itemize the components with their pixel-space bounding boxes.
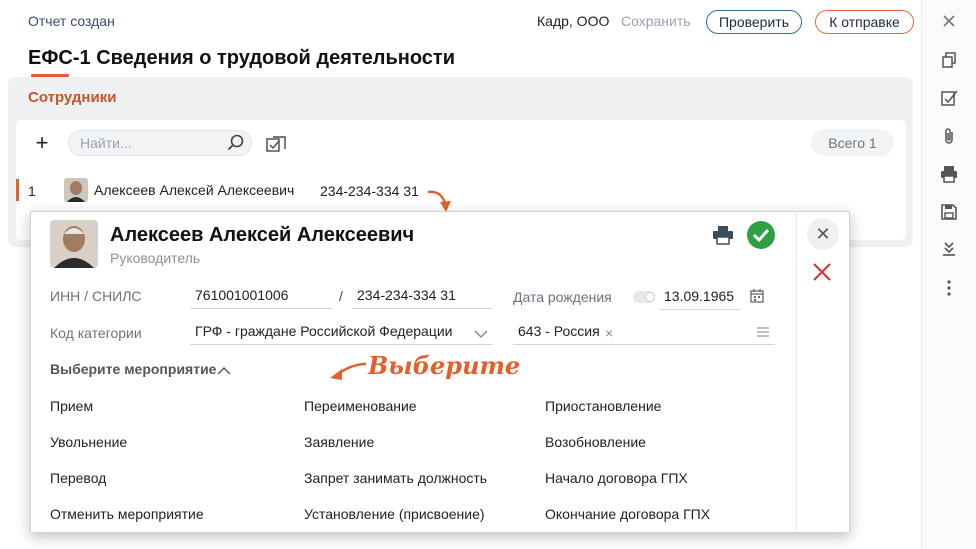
- event-transfer[interactable]: Перевод: [50, 470, 106, 486]
- delete-icon[interactable]: [811, 261, 833, 283]
- event-application[interactable]: Заявление: [304, 434, 374, 450]
- card-employee-role: Руководитель: [110, 250, 201, 266]
- employee-name[interactable]: Алексеев Алексей Алексеевич: [94, 182, 294, 198]
- event-resume[interactable]: Возобновление: [545, 434, 646, 450]
- annotation-arrow-icon: [326, 358, 368, 384]
- event-gph-start[interactable]: Начало договора ГПХ: [545, 470, 688, 486]
- row-selected-marker: [16, 179, 19, 201]
- event-hire[interactable]: Прием: [50, 398, 93, 414]
- event-gph-end[interactable]: Окончание договора ГПХ: [545, 506, 710, 522]
- menu-icon[interactable]: [756, 325, 770, 337]
- chevron-down-icon[interactable]: [474, 326, 488, 338]
- check-button[interactable]: Проверить: [706, 10, 802, 34]
- category-select[interactable]: ГРФ - граждане Российской Федерации: [190, 319, 493, 345]
- more-icon[interactable]: [938, 277, 960, 299]
- copy-icon[interactable]: [938, 49, 960, 71]
- card-employee-name: Алексеев Алексей Алексеевич: [110, 224, 415, 246]
- inn-snils-label: ИНН / СНИЛС: [50, 288, 142, 304]
- chevron-up-icon[interactable]: [217, 363, 231, 375]
- add-employee-button[interactable]: +: [30, 130, 54, 155]
- report-status: Отчет создан: [28, 13, 115, 29]
- row-number: 1: [28, 183, 36, 199]
- page-title: ЕФС-1 Сведения о трудовой деятельности: [28, 47, 456, 69]
- search-icon[interactable]: [227, 134, 245, 152]
- total-count-badge: Всего 1: [811, 129, 894, 156]
- employees-section-title: Сотрудники: [28, 89, 117, 106]
- checklist-icon[interactable]: [938, 87, 960, 109]
- select-all-icon[interactable]: [265, 133, 287, 155]
- card-avatar: [50, 220, 98, 268]
- snils-field[interactable]: 234-234-334 31: [352, 283, 493, 309]
- field-separator: /: [339, 288, 343, 304]
- event-position-ban[interactable]: Запрет занимать должность: [304, 470, 487, 486]
- choose-event-toggle[interactable]: Выберите мероприятие: [50, 361, 216, 377]
- employee-snils: 234-234-334 31: [320, 183, 419, 199]
- calendar-icon[interactable]: [749, 288, 765, 304]
- inn-field[interactable]: 761001001006: [190, 283, 332, 309]
- event-suspend[interactable]: Приостановление: [545, 398, 661, 414]
- annotation-text: Выберите: [368, 351, 521, 380]
- event-assignment[interactable]: Установление (присвоение): [304, 506, 485, 522]
- close-icon[interactable]: [938, 10, 960, 32]
- right-toolbar: [921, 0, 976, 549]
- save-button[interactable]: Сохранить: [621, 13, 691, 29]
- organization-name[interactable]: Кадр, ООО: [537, 13, 609, 29]
- clear-icon[interactable]: ×: [605, 325, 613, 341]
- event-dismiss[interactable]: Увольнение: [50, 434, 127, 450]
- country-select[interactable]: 643 - Россия: [513, 319, 775, 345]
- event-rename[interactable]: Переименование: [304, 398, 417, 414]
- card-divider: [796, 212, 797, 532]
- dob-label: Дата рождения: [513, 289, 612, 305]
- send-button[interactable]: К отправке: [815, 10, 914, 34]
- attach-icon[interactable]: [938, 125, 960, 147]
- import-icon[interactable]: [938, 239, 960, 261]
- dob-field[interactable]: 13.09.1965: [659, 284, 741, 310]
- dob-toggle-knob: [645, 292, 655, 302]
- card-close-icon[interactable]: ✕: [807, 218, 839, 250]
- printer-icon[interactable]: [712, 225, 734, 245]
- confirm-check-icon[interactable]: [746, 220, 776, 250]
- category-label: Код категории: [50, 325, 142, 341]
- avatar: [64, 178, 88, 202]
- search-placeholder: Найти...: [80, 135, 132, 151]
- printer-icon[interactable]: [938, 163, 960, 185]
- event-cancel[interactable]: Отменить мероприятие: [50, 506, 204, 522]
- save-icon[interactable]: [938, 201, 960, 223]
